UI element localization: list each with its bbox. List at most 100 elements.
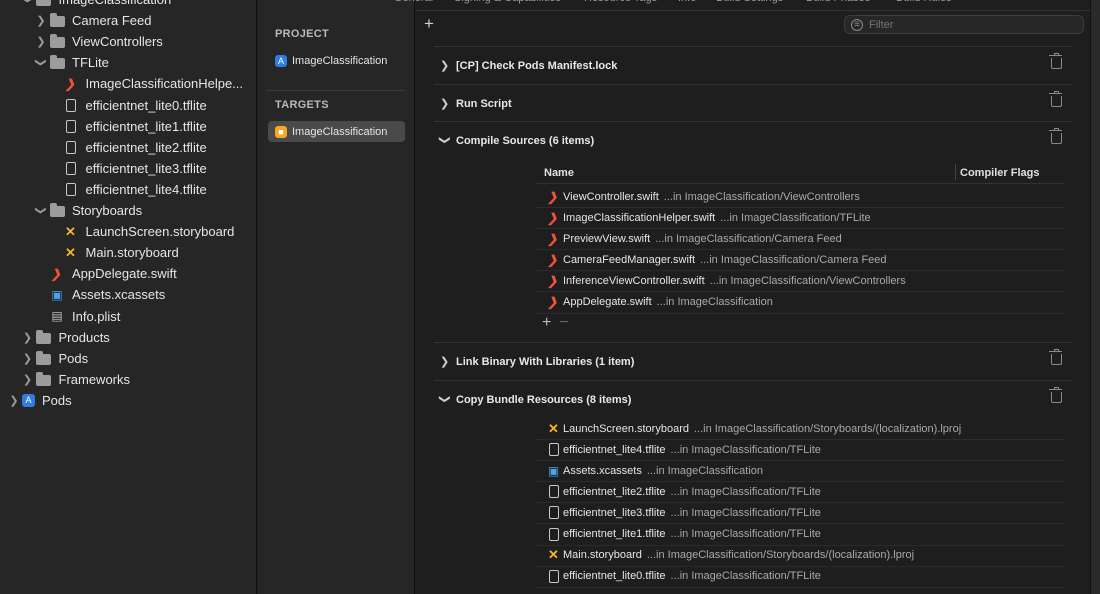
navigator-item[interactable]: ❯ Pods bbox=[0, 348, 256, 369]
app-target-icon: ■ bbox=[275, 125, 287, 138]
chevron-right-icon[interactable]: ❯ bbox=[35, 35, 47, 48]
trash-icon[interactable] bbox=[1049, 128, 1062, 144]
chevron-down-icon[interactable]: ❯ bbox=[35, 57, 48, 69]
table-row[interactable]: ✕ Main.storyboard ...in ImageClassificatio… bbox=[536, 545, 1064, 567]
target-item[interactable]: ■ ImageClassification bbox=[268, 121, 405, 142]
file-name: efficientnet_lite3.tflite bbox=[563, 506, 666, 519]
navigator-item[interactable]: efficientnet_lite1.tflite bbox=[0, 116, 256, 137]
navigator-item[interactable]: efficientnet_lite2.tflite bbox=[0, 137, 256, 158]
tab-build-rules[interactable]: Build Rules bbox=[896, 0, 952, 4]
tab-build-phases[interactable]: Build Phases bbox=[806, 0, 870, 4]
table-row[interactable]: ❯ CameraFeedManager.swift ...in ImageClass… bbox=[536, 249, 1064, 272]
swift-file-icon: ❯ bbox=[546, 252, 561, 267]
add-build-phase-button[interactable]: + bbox=[424, 15, 434, 33]
document-icon bbox=[546, 506, 561, 520]
navigator-item[interactable]: ▤ Info.plist bbox=[0, 306, 256, 327]
navigator-item[interactable]: ❯ Frameworks bbox=[0, 369, 256, 390]
navigator-item[interactable]: efficientnet_lite4.tflite bbox=[0, 179, 256, 200]
tab-general[interactable]: General bbox=[394, 0, 433, 4]
phase-title: Run Script bbox=[456, 97, 512, 110]
table-row[interactable]: ❯ PreviewView.swift ...in ImageClassificat… bbox=[536, 228, 1064, 251]
navigator-item[interactable]: ❯ Storyboards bbox=[0, 200, 256, 221]
file-path: ...in ImageClassification/ViewController… bbox=[709, 274, 906, 287]
chevron-right-icon[interactable]: ❯ bbox=[440, 97, 456, 110]
storyboard-icon: ✕ bbox=[65, 223, 76, 239]
phase-check-pods[interactable]: ❯ [CP] Check Pods Manifest.lock bbox=[434, 46, 1072, 84]
navigator-item[interactable]: ❯ Camera Feed bbox=[0, 10, 256, 31]
chevron-down-icon[interactable]: ❯ bbox=[21, 0, 34, 6]
trash-icon[interactable] bbox=[1049, 387, 1062, 403]
navigator-item-label: AppDelegate.swift bbox=[72, 266, 177, 282]
remove-file-button[interactable]: − bbox=[559, 314, 568, 331]
tab-build-settings[interactable]: Build Settings bbox=[716, 0, 783, 4]
chevron-down-icon[interactable]: ❯ bbox=[439, 395, 452, 405]
project-item[interactable]: A ImageClassification bbox=[268, 50, 405, 71]
document-icon bbox=[546, 485, 561, 499]
column-compiler-flags-header[interactable]: Compiler Flags bbox=[960, 167, 1039, 179]
table-row[interactable]: efficientnet_lite0.tflite ...in ImageClas… bbox=[536, 566, 1064, 588]
file-name: efficientnet_lite2.tflite bbox=[563, 485, 666, 498]
table-row[interactable]: ▣ Assets.xcassets ...in ImageClassificatio… bbox=[536, 460, 1064, 483]
navigator-item[interactable]: ✕ Main.storyboard bbox=[0, 242, 256, 263]
navigator-item[interactable]: ❯ ImageClassificationHelpe... bbox=[0, 73, 256, 94]
navigator-item[interactable]: ❯ A Pods bbox=[0, 390, 256, 411]
folder-icon bbox=[49, 34, 65, 49]
phase-compile-sources[interactable]: ❯ Compile Sources (6 items) bbox=[434, 121, 1072, 159]
trash-icon[interactable] bbox=[1049, 349, 1062, 365]
navigator-item[interactable]: efficientnet_lite3.tflite bbox=[0, 158, 256, 179]
chevron-down-icon[interactable]: ❯ bbox=[439, 136, 452, 146]
table-row[interactable]: ❯ AppDelegate.swift ...in ImageClassificat… bbox=[536, 292, 1064, 314]
tab-resource-tags[interactable]: Resource Tags bbox=[584, 0, 657, 4]
table-row[interactable]: efficientnet_lite2.tflite ...in ImageClas… bbox=[536, 481, 1064, 504]
table-row[interactable]: efficientnet_lite1.tflite ...in ImageClas… bbox=[536, 524, 1064, 546]
file-name: CameraFeedManager.swift bbox=[563, 253, 696, 266]
chevron-right-icon[interactable]: ❯ bbox=[440, 355, 456, 368]
file-name: Assets.xcassets bbox=[563, 464, 642, 477]
chevron-right-icon[interactable]: ❯ bbox=[22, 331, 34, 344]
chevron-right-icon[interactable]: ❯ bbox=[440, 59, 456, 72]
chevron-down-icon[interactable]: ❯ bbox=[35, 205, 48, 217]
table-row[interactable]: efficientnet_lite4.tflite ...in ImageClas… bbox=[536, 439, 1064, 462]
asset-catalog-icon: ▣ bbox=[51, 287, 63, 302]
navigator-item[interactable]: ❯ TFLite bbox=[0, 52, 256, 73]
table-row[interactable]: ❯ ImageClassificationHelper.swift ...in Im… bbox=[536, 207, 1064, 230]
tab-signing-capabilities[interactable]: Signing & Capabilities bbox=[454, 0, 561, 4]
phase-run-script[interactable]: ❯ Run Script bbox=[434, 84, 1072, 122]
file-name: Main.storyboard bbox=[563, 549, 642, 562]
phase-link-binary[interactable]: ❯ Link Binary With Libraries (1 item) bbox=[434, 342, 1072, 380]
chevron-right-icon[interactable]: ❯ bbox=[35, 14, 47, 27]
navigator-item[interactable]: ❯ ViewControllers bbox=[0, 31, 256, 52]
table-row[interactable]: ✕ LaunchScreen.storyboard ...in ImageClass… bbox=[536, 418, 1064, 440]
column-name-header[interactable]: Name bbox=[544, 167, 574, 179]
navigator-item-label: TFLite bbox=[72, 55, 109, 71]
asset-catalog-icon: ▣ bbox=[547, 463, 560, 478]
document-icon bbox=[546, 569, 561, 583]
navigator-item[interactable]: ▣ Assets.xcassets bbox=[0, 284, 256, 305]
trash-icon[interactable] bbox=[1049, 91, 1062, 107]
chevron-right-icon[interactable]: ❯ bbox=[8, 394, 20, 407]
filter-icon: ≡ bbox=[851, 18, 863, 31]
table-row[interactable]: ❯ ViewController.swift ...in ImageClassifi… bbox=[536, 186, 1064, 208]
trash-icon[interactable] bbox=[1049, 53, 1062, 69]
phase-title: Compile Sources (6 items) bbox=[456, 134, 595, 147]
filter-field[interactable]: ≡ bbox=[844, 15, 1084, 34]
navigator-item[interactable]: ✕ LaunchScreen.storyboard bbox=[0, 221, 256, 242]
folder-icon bbox=[49, 55, 65, 70]
phase-copy-bundle[interactable]: ❯ Copy Bundle Resources (8 items) bbox=[434, 380, 1072, 418]
navigator-item[interactable]: efficientnet_lite0.tflite bbox=[0, 95, 256, 116]
table-row[interactable]: efficientnet_lite3.tflite ...in ImageClas… bbox=[536, 502, 1064, 525]
file-path: ...in ImageClassification/TFLite bbox=[670, 570, 821, 583]
navigator-item[interactable]: ❯ Products bbox=[0, 327, 256, 348]
navigator-item-label: Storyboards bbox=[72, 203, 143, 218]
add-remove-controls: + − bbox=[542, 314, 569, 332]
navigator-item[interactable]: ❯ ImageClassification bbox=[0, 0, 256, 10]
navigator-item[interactable]: ❯ AppDelegate.swift bbox=[0, 263, 256, 284]
chevron-right-icon[interactable]: ❯ bbox=[22, 352, 34, 365]
filter-input[interactable] bbox=[867, 17, 1071, 32]
navigator-item-label: LaunchScreen.storyboard bbox=[85, 224, 235, 240]
table-row[interactable]: ❯ InferenceViewController.swift ...in Imag… bbox=[536, 270, 1064, 293]
chevron-right-icon[interactable]: ❯ bbox=[22, 373, 34, 386]
add-file-button[interactable]: + bbox=[542, 314, 551, 331]
folder-icon bbox=[36, 329, 52, 344]
tab-info[interactable]: Info bbox=[678, 0, 696, 4]
